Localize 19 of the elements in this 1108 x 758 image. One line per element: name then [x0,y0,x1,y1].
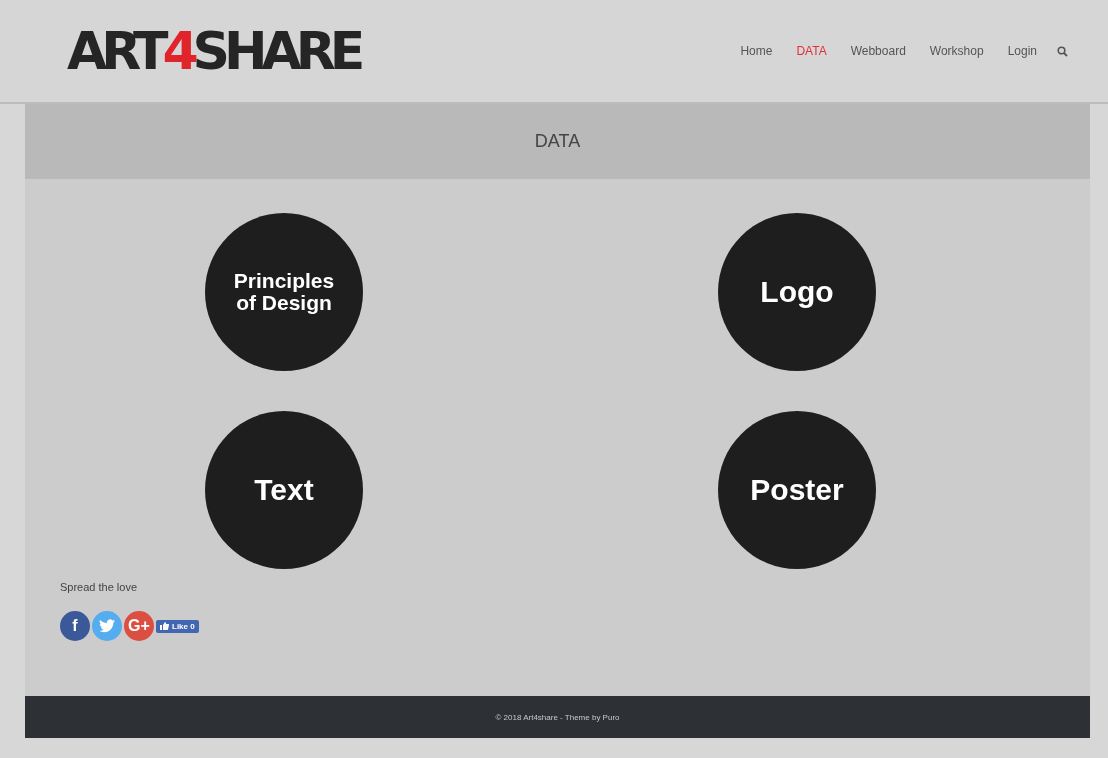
like-button[interactable]: Like 0 [156,619,199,633]
nav-link[interactable]: Home [740,44,773,58]
share-heading: Spread the love [60,581,139,593]
category-circle[interactable]: Logo [718,213,876,371]
site-logo[interactable]: ART4SHARE [67,25,360,77]
nav-link[interactable]: Login [1007,44,1037,58]
facebook-share-button[interactable]: f [60,611,90,641]
category-circle[interactable]: Principles of Design [205,213,363,371]
category-circle[interactable]: Poster [718,411,876,569]
search-icon[interactable] [1057,45,1068,57]
bird-icon [99,619,115,633]
google-share-button[interactable]: G+ [124,611,154,641]
copyright-text: © 2018 Art4share - Theme by Puro [495,712,620,722]
nav-link[interactable]: Webboard [850,44,906,58]
category-circle[interactable]: Text [205,411,363,569]
nav-link[interactable]: DATA [796,44,827,58]
page-title: DATA [534,131,581,152]
nav-link[interactable]: Workshop [929,44,984,58]
thumbs-up-icon [160,622,169,630]
